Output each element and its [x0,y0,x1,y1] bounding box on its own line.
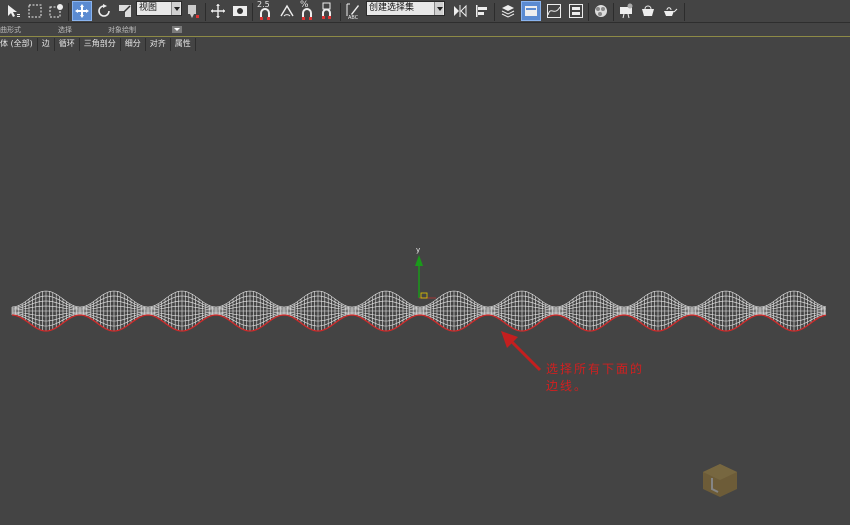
window-crossing-icon[interactable] [47,1,65,21]
annotation-line-1: 选择所有下面的 [546,362,645,376]
main-toolbar: 视图 2.5 % ABC 创建选择集 [0,0,850,23]
rotate-icon[interactable] [95,1,113,21]
select-object-icon[interactable] [4,1,22,21]
ribbon-panel-labels: 曲形式 选择 对象绘制 [0,24,850,36]
gizmo-y-label: y [416,246,420,254]
move-icon[interactable] [72,1,92,21]
render-setup-icon[interactable] [616,1,636,21]
subtab-edge[interactable]: 边 [38,38,55,51]
subtab-subdivide[interactable]: 细分 [121,38,146,51]
keyboard-shortcut-icon[interactable] [230,1,250,21]
subtab-properties[interactable]: 属性 [171,38,196,51]
spinner-snap-icon[interactable] [318,1,336,21]
reference-coordinate-combo[interactable]: 视图 [136,1,182,16]
watermark-cube-icon [703,464,737,497]
ribbon-dropdown-icon[interactable] [172,26,182,33]
select-and-manipulate-icon[interactable] [208,1,228,21]
layer-icon[interactable] [498,1,518,21]
gizmo-y-arrow [415,255,423,266]
transform-gizmo: y [415,246,436,299]
percent-snap-icon[interactable] [298,6,316,22]
subtab-align[interactable]: 对齐 [146,38,171,51]
ribbon-toggle-icon[interactable] [521,1,541,21]
render-icon[interactable] [660,1,680,21]
svg-text:ABC: ABC [348,15,359,20]
ribbon-panel-selection[interactable]: 选择 [58,25,72,35]
subtab-triangulate[interactable]: 三角剖分 [80,38,121,51]
reference-coordinate-value: 视图 [139,3,158,13]
angle-snap-icon[interactable] [278,1,296,21]
schematic-view-icon[interactable] [566,1,586,21]
ribbon-panel-polygon-modeling[interactable]: 曲形式 [0,25,21,35]
annotation-arrow [501,331,542,372]
annotation-line-2: 边线。 [546,379,589,393]
material-editor-icon[interactable] [591,1,611,21]
viewport-canvas: y [11,246,827,372]
edit-named-selection-icon[interactable]: ABC [343,1,363,21]
perspective-viewport[interactable]: y 选择所有下面的 边线。 [0,52,850,525]
mirror-icon[interactable] [450,1,470,21]
named-selection-set-value: 创建选择集 [369,3,415,13]
subtab-element-all[interactable]: 体 (全部) [0,38,38,51]
subtab-loop[interactable]: 循环 [55,38,80,51]
curve-editor-icon[interactable] [544,1,564,21]
watermark-logo [700,462,740,498]
modeling-subtabs: 体 (全部) 边 循环 三角剖分 细分 对齐 属性 [0,38,196,51]
ribbon-divider [0,36,850,37]
snap-icon[interactable] [256,6,274,22]
render-frame-icon[interactable] [638,1,658,21]
scale-icon[interactable] [116,1,134,21]
align-icon[interactable] [472,1,492,21]
ribbon-panel-object-paint[interactable]: 对象绘制 [108,25,136,35]
annotation-text: 选择所有下面的 边线。 [546,361,644,395]
pivot-icon[interactable] [184,1,202,21]
rectangle-select-icon[interactable] [26,1,44,21]
named-selection-set-combo[interactable]: 创建选择集 [366,1,445,16]
